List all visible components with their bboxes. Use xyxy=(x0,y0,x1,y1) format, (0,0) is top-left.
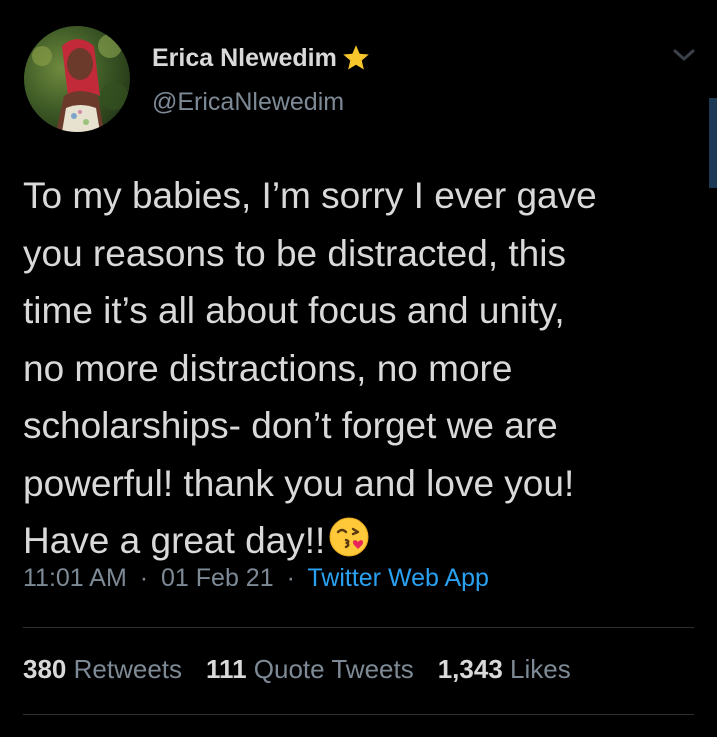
tweet-detail: Erica Nlewedim @EricaNlewedim To my babi… xyxy=(0,0,717,737)
divider xyxy=(23,714,694,715)
retweets-stat[interactable]: 380 Retweets xyxy=(23,654,182,685)
chevron-down-icon[interactable] xyxy=(667,42,701,70)
tweet-date[interactable]: 01 Feb 21 xyxy=(161,564,274,592)
likes-label: Likes xyxy=(510,654,571,684)
meta-separator: · xyxy=(286,564,295,592)
tweet-text-body: To my babies, I’m sorry I ever gave you … xyxy=(23,175,597,561)
avatar[interactable] xyxy=(24,26,130,132)
author-handle[interactable]: @EricaNlewedim xyxy=(152,88,344,117)
tweet-source-link[interactable]: Twitter Web App xyxy=(307,564,489,592)
retweets-label: Retweets xyxy=(73,654,183,684)
star-icon xyxy=(341,43,371,73)
tweet-time[interactable]: 11:01 AM xyxy=(23,564,127,592)
divider xyxy=(23,627,694,628)
face-blowing-kiss-icon xyxy=(327,515,371,559)
meta-separator: · xyxy=(139,564,149,592)
retweets-count: 380 xyxy=(23,654,67,684)
likes-count: 1,343 xyxy=(437,654,503,684)
display-name[interactable]: Erica Nlewedim xyxy=(152,44,337,73)
author-name-row[interactable]: Erica Nlewedim xyxy=(152,40,371,76)
tweet-meta: 11:01 AM · 01 Feb 21 · Twitter Web App xyxy=(23,564,489,593)
tweet-text: To my babies, I’m sorry I ever gave you … xyxy=(23,167,709,570)
likes-stat[interactable]: 1,343 Likes xyxy=(438,654,571,685)
scrollbar[interactable] xyxy=(709,98,717,188)
quote-tweets-label: Quote Tweets xyxy=(253,654,414,684)
tweet-stats: 380 Retweets 111 Quote Tweets 1,343 Like… xyxy=(23,654,571,685)
quote-tweets-count: 111 xyxy=(206,654,247,684)
quote-tweets-stat[interactable]: 111 Quote Tweets xyxy=(206,654,414,685)
